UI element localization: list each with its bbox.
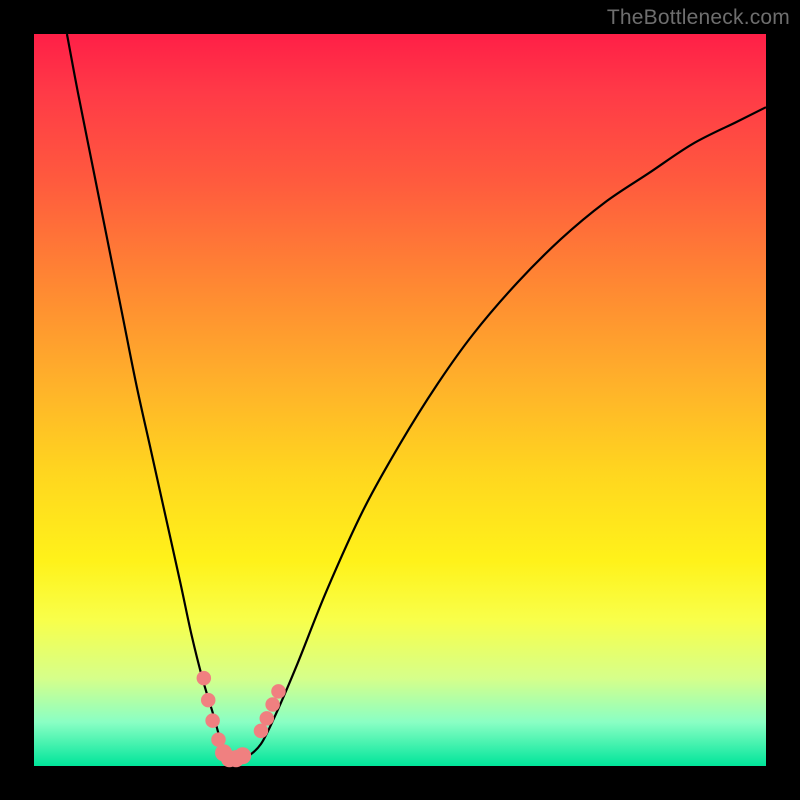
data-marker <box>205 713 220 728</box>
data-marker <box>265 697 280 712</box>
chart-svg <box>34 34 766 766</box>
data-markers <box>197 671 286 767</box>
watermark-text: TheBottleneck.com <box>607 6 790 30</box>
data-marker <box>234 747 251 764</box>
data-marker <box>201 693 216 708</box>
outer-frame: TheBottleneck.com <box>0 0 800 800</box>
data-marker <box>254 724 268 739</box>
bottleneck-curve <box>67 34 766 759</box>
data-marker <box>271 684 286 699</box>
data-marker <box>260 711 275 726</box>
plot-area <box>34 34 766 766</box>
data-marker <box>197 671 212 686</box>
